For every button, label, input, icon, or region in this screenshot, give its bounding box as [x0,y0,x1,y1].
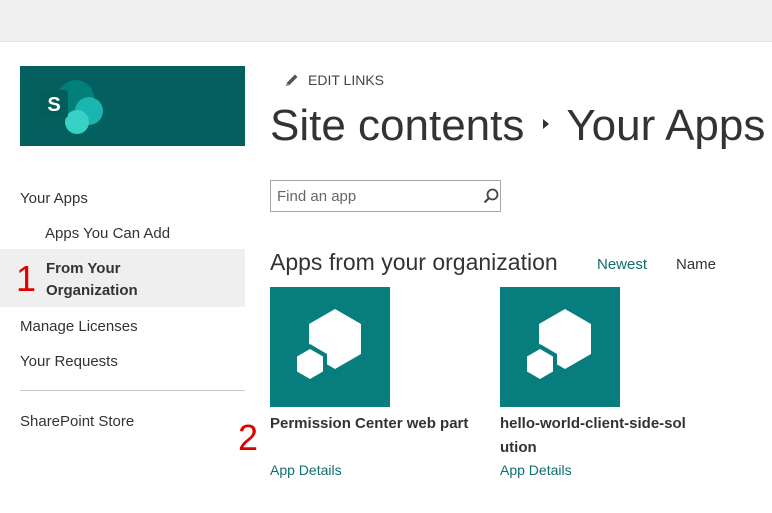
svg-text:S: S [47,94,60,116]
app-tile-hello-world[interactable] [500,287,620,407]
app-name[interactable]: hello-world-client-side-solution [500,412,690,460]
nav-sharepoint-store[interactable]: SharePoint Store [20,412,134,432]
sharepoint-logo-icon: S [40,80,103,134]
app-details-link[interactable]: App Details [270,462,342,478]
annotation-marker-1: 1 [16,258,37,299]
section-title: Apps from your organization [270,249,558,275]
app-tile-permission-center[interactable] [270,287,390,407]
app-details-link[interactable]: App Details [500,462,572,478]
nav-manage-licenses[interactable]: Manage Licenses [20,317,138,337]
nav-from-your-organization[interactable]: From Your Organization [46,258,196,302]
sort-name-link[interactable]: Name [676,256,716,273]
nav-your-requests[interactable]: Your Requests [20,352,118,372]
edit-links-label: EDIT LINKS [308,72,384,88]
search-icon[interactable] [482,187,500,205]
page-title: Site contents Your Apps [270,100,765,152]
pencil-icon [286,74,298,86]
annotation-marker-2: 2 [238,417,259,458]
sort-newest-link[interactable]: Newest [597,256,647,273]
breadcrumb-site-contents[interactable]: Site contents [270,100,524,152]
edit-links-button[interactable]: EDIT LINKS [284,72,384,88]
nav-your-apps[interactable]: Your Apps [20,189,88,209]
breadcrumb-separator-icon [542,100,550,152]
suite-bar [0,0,772,42]
nav-divider [20,390,245,391]
breadcrumb-your-apps: Your Apps [566,101,766,150]
app-hexagon-icon [293,309,361,384]
app-hexagon-icon [523,309,591,384]
search-box[interactable] [270,180,501,212]
nav-apps-you-can-add[interactable]: Apps You Can Add [45,224,170,244]
search-input[interactable] [271,181,482,211]
site-logo[interactable]: S [20,66,245,146]
app-name[interactable]: Permission Center web part [270,412,470,436]
